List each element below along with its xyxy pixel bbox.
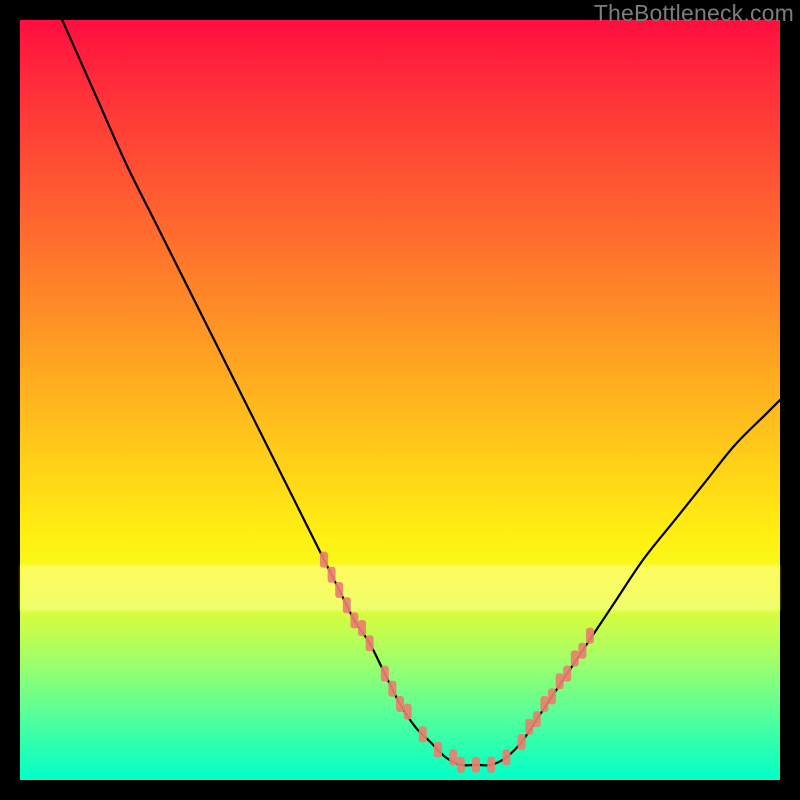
curve-marker	[457, 757, 465, 773]
plot-area	[20, 20, 780, 780]
curve-marker	[533, 711, 541, 727]
curve-marker	[502, 749, 510, 765]
curve-marker	[525, 719, 533, 735]
curve-marker	[419, 726, 427, 742]
curve-marker	[449, 749, 457, 765]
curve-marker	[358, 620, 366, 636]
bottleneck-curve	[35, 20, 780, 765]
curve-marker	[540, 696, 548, 712]
watermark-text: TheBottleneck.com	[594, 0, 794, 27]
curve-marker	[578, 643, 586, 659]
curve-marker	[487, 757, 495, 773]
curve-marker	[571, 650, 579, 666]
curve-marker	[548, 688, 556, 704]
curve-marker	[343, 597, 351, 613]
curve-marker	[518, 734, 526, 750]
curve-marker	[472, 757, 480, 773]
curve-marker	[434, 742, 442, 758]
curve-marker	[396, 696, 404, 712]
curve-marker	[381, 666, 389, 682]
curve-marker	[563, 666, 571, 682]
curve-marker	[404, 704, 412, 720]
curve-markers-left	[320, 552, 480, 773]
curve-markers-right	[487, 628, 594, 773]
curve-marker	[350, 612, 358, 628]
curve-marker	[335, 582, 343, 598]
curve-marker	[366, 635, 374, 651]
outer-frame: TheBottleneck.com	[0, 0, 800, 800]
curve-marker	[388, 681, 396, 697]
curve-marker	[320, 552, 328, 568]
curve-marker	[328, 567, 336, 583]
chart-svg	[20, 20, 780, 780]
curve-marker	[556, 673, 564, 689]
curve-marker	[586, 628, 594, 644]
